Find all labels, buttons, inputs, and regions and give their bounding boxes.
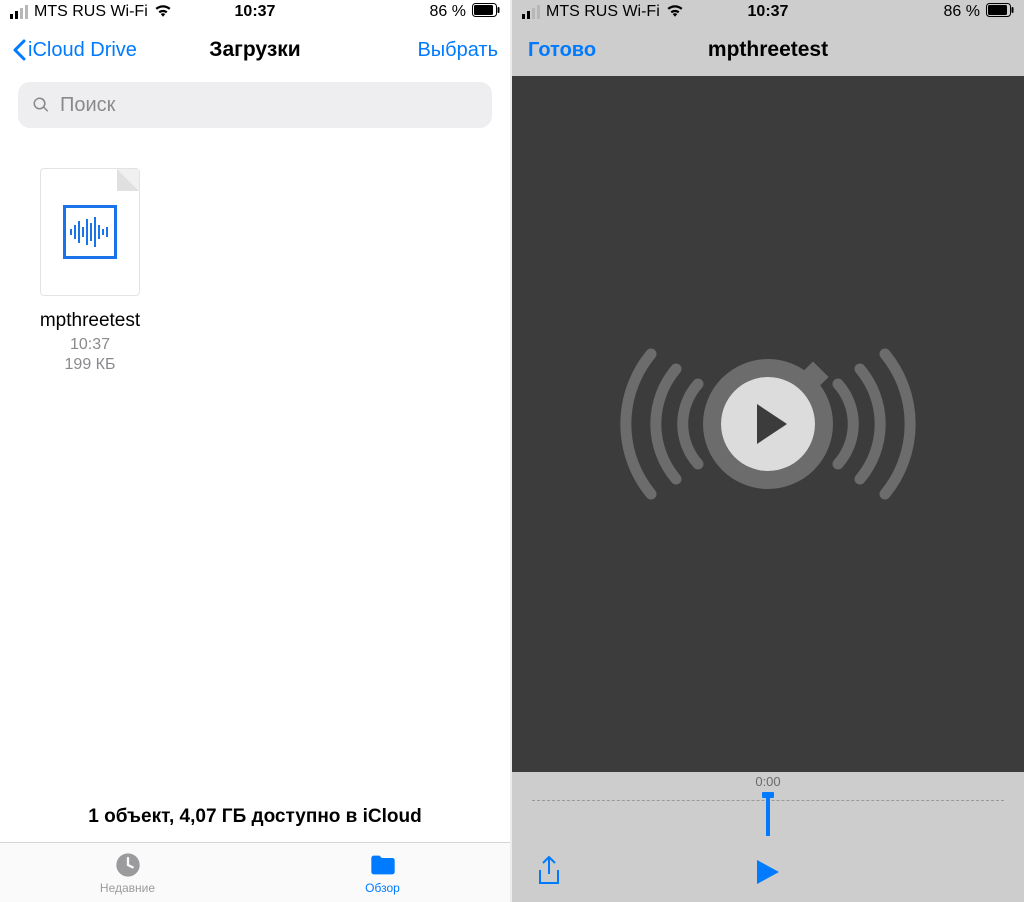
preview-nav-bar: Готово mpthreetest [512, 24, 1024, 76]
files-grid: mpthreetest 10:37 199 КБ [0, 138, 510, 792]
timeline-playhead[interactable] [766, 792, 770, 840]
file-time: 10:37 [70, 336, 110, 354]
back-label: iCloud Drive [28, 39, 137, 62]
tab-bar: Недавние Обзор [0, 842, 510, 902]
play-overlay-button[interactable] [721, 377, 815, 471]
back-button[interactable]: iCloud Drive [12, 39, 137, 62]
audio-preview-area [512, 76, 1024, 772]
wifi-icon [154, 3, 172, 22]
play-icon [755, 858, 781, 886]
timeline[interactable]: 0:00 [512, 772, 1024, 846]
file-size: 199 КБ [65, 356, 116, 374]
play-icon [757, 404, 787, 444]
file-item[interactable]: mpthreetest 10:37 199 КБ [20, 168, 160, 374]
tab-recent[interactable]: Недавние [0, 843, 255, 902]
play-button[interactable] [755, 858, 781, 891]
preview-toolbar [512, 846, 1024, 902]
folder-icon [369, 851, 397, 879]
clock-icon [114, 851, 142, 879]
search-input[interactable] [60, 94, 478, 117]
carrier-label: MTS RUS Wi-Fi [546, 3, 660, 21]
audio-preview-screen: MTS RUS Wi-Fi 10:37 86 % Готово mpthreet… [512, 0, 1024, 902]
storage-status: 1 объект, 4,07 ГБ доступно в iCloud [0, 792, 510, 842]
files-app-screen: MTS RUS Wi-Fi 10:37 86 % iCloud Drive За… [0, 0, 512, 902]
chevron-left-icon [12, 39, 26, 61]
file-name: mpthreetest [40, 310, 140, 332]
file-thumbnail [40, 168, 140, 296]
share-button[interactable] [536, 856, 562, 893]
battery-percent: 86 % [430, 3, 466, 21]
cellular-signal-icon [10, 5, 28, 19]
carrier-label: MTS RUS Wi-Fi [34, 3, 148, 21]
battery-icon [472, 3, 500, 22]
search-icon [32, 96, 50, 114]
done-button[interactable]: Готово [528, 39, 596, 62]
battery-icon [986, 3, 1014, 22]
wifi-icon [666, 3, 684, 22]
battery-percent: 86 % [944, 3, 980, 21]
status-bar: MTS RUS Wi-Fi 10:37 86 % [512, 0, 1024, 24]
tab-browse[interactable]: Обзор [255, 843, 510, 902]
status-bar: MTS RUS Wi-Fi 10:37 86 % [0, 0, 510, 24]
cellular-signal-icon [522, 5, 540, 19]
tab-recent-label: Недавние [100, 881, 155, 895]
select-button[interactable]: Выбрать [417, 39, 498, 62]
search-field[interactable] [18, 82, 492, 128]
tab-browse-label: Обзор [365, 881, 400, 895]
nav-bar: iCloud Drive Загрузки Выбрать [0, 24, 510, 76]
audio-waveform-icon [63, 205, 117, 259]
share-icon [536, 856, 562, 888]
timeline-current-time: 0:00 [747, 772, 788, 791]
